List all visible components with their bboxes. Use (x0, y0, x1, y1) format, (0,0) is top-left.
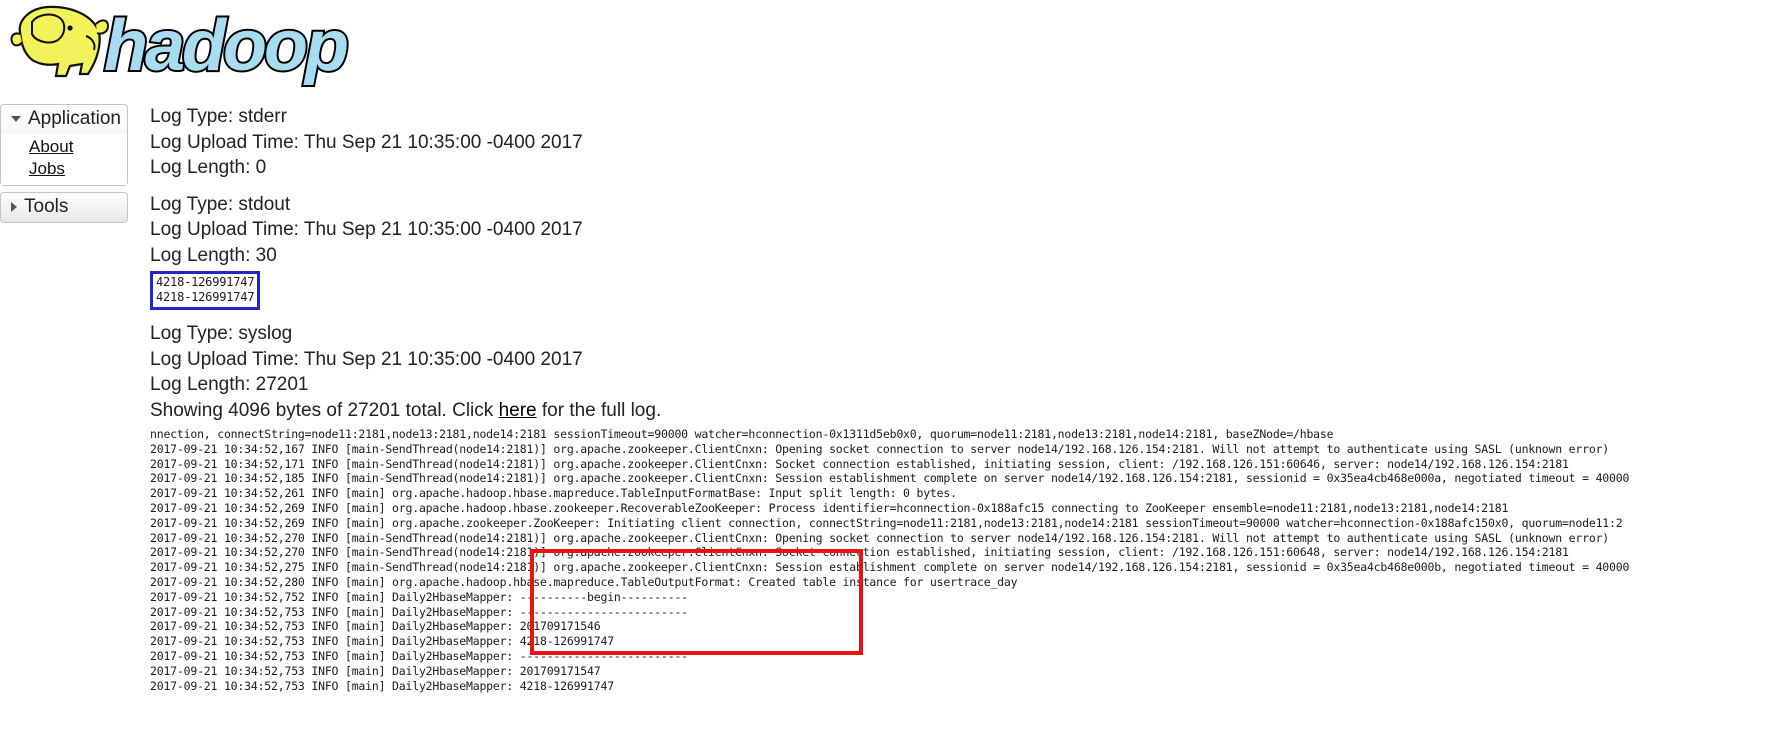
sidebar-section-application-body: About Jobs (1, 134, 127, 185)
sidebar-section-application-label: Application (28, 108, 121, 129)
full-log-link[interactable]: here (499, 400, 537, 421)
syslog-showing-notice: Showing 4096 bytes of 27201 total. Click… (150, 398, 1766, 424)
stderr-log-upload-time: Log Upload Time: Thu Sep 21 10:35:00 -04… (150, 131, 583, 153)
stderr-log-length: Log Length: 0 (150, 157, 267, 178)
hadoop-logo[interactable]: hadoop (8, 2, 356, 88)
log-block-syslog: Log Type: syslog Log Upload Time: Thu Se… (150, 321, 1766, 693)
hadoop-logo-svg: hadoop (10, 4, 352, 88)
caret-down-icon[interactable] (11, 116, 21, 122)
stderr-log-type: Log Type: stderr (150, 106, 287, 127)
sidebar-section-application-header[interactable]: Application (1, 105, 127, 134)
syslog-log-type: Log Type: syslog (150, 323, 293, 344)
stdout-log-type: Log Type: stdout (150, 193, 291, 215)
log-block-stdout: Log Type: stdout Log Upload Time: Thu Se… (150, 192, 1766, 310)
sidebar: Application About Jobs Tools (0, 104, 128, 229)
stdout-log-length: Log Length: 30 (150, 244, 277, 266)
log-block-stderr: Log Type: stderr Log Upload Time: Thu Se… (150, 104, 1766, 181)
stdout-log-line-2: 4218-126991747 (156, 290, 255, 304)
syslog-body-text: nnection, connectString=node11:2181,node… (150, 427, 1630, 693)
sidebar-item-jobs[interactable]: Jobs (1, 158, 127, 180)
sidebar-section-tools-label: Tools (24, 196, 69, 217)
page-header: hadoop (0, 0, 1766, 92)
syslog-showing-suffix: for the full log. (536, 399, 662, 421)
elephant-icon (10, 5, 110, 78)
blue-highlight-box: 4218-126991747 4218-126991747 (150, 271, 261, 310)
log-content: Log Type: stderr Log Upload Time: Thu Se… (150, 104, 1766, 693)
syslog-log-length: Log Length: 27201 (150, 374, 309, 395)
syslog-body-wrapper: nnection, connectString=node11:2181,node… (150, 427, 1766, 693)
syslog-log-upload-time: Log Upload Time: Thu Sep 21 10:35:00 -04… (150, 348, 583, 370)
stdout-log-line-1: 4218-126991747 (156, 275, 255, 289)
syslog-showing-prefix: Showing 4096 bytes of 27201 total. Click (150, 399, 499, 421)
sidebar-section-tools: Tools (0, 192, 128, 223)
hadoop-wordmark: hadoop (104, 6, 347, 86)
sidebar-section-application: Application About Jobs (0, 104, 128, 186)
caret-right-icon[interactable] (11, 202, 17, 212)
stdout-log-upload-time: Log Upload Time: Thu Sep 21 10:35:00 -04… (150, 219, 583, 240)
sidebar-section-tools-header[interactable]: Tools (1, 193, 127, 222)
sidebar-item-about[interactable]: About (1, 136, 127, 158)
